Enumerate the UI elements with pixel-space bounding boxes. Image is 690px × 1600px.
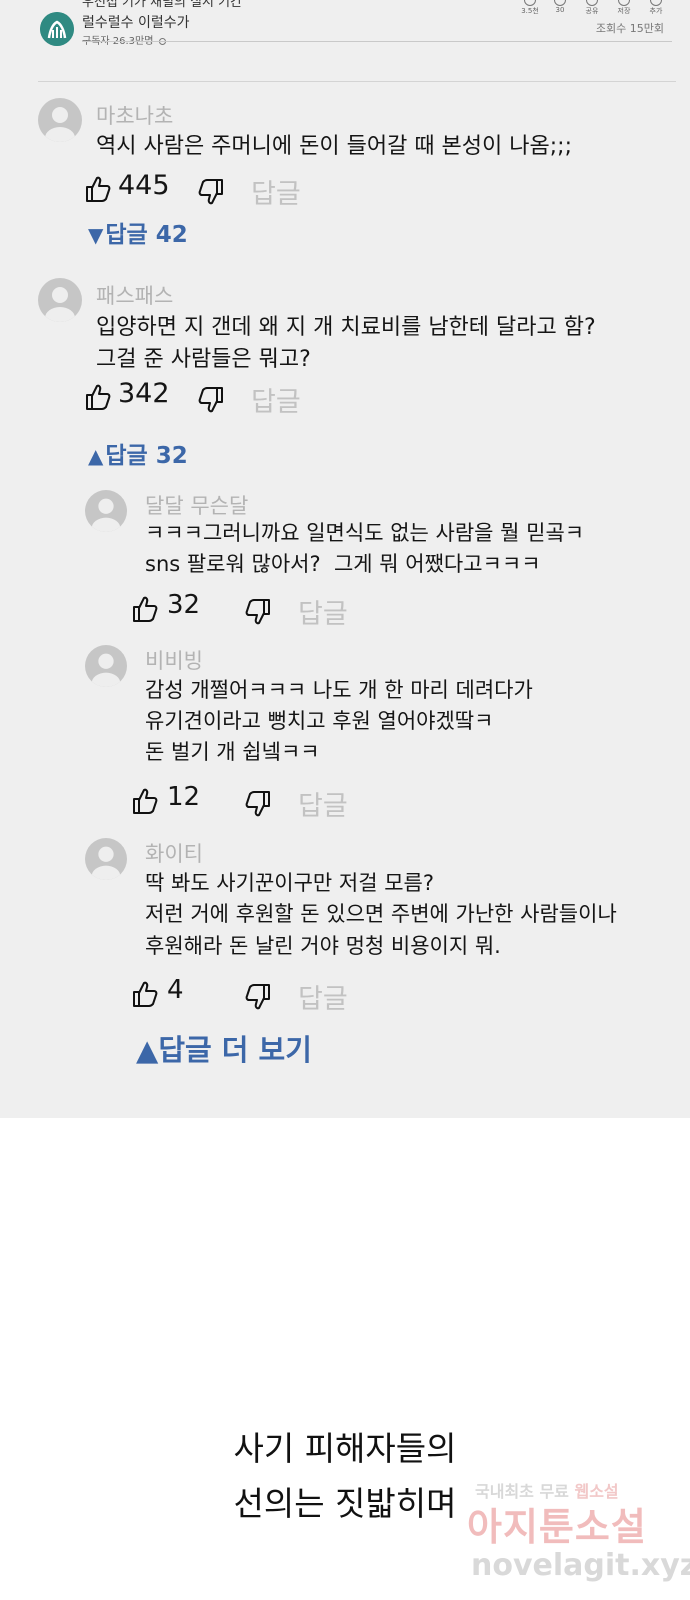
- channel-logo[interactable]: [40, 12, 74, 46]
- caption-line: 사기 피해자들의: [233, 1429, 457, 1468]
- reply-text: 저런 거에 후원할 돈 있으면 주변에 가난한 사람들이나: [145, 902, 617, 926]
- share-icon: [586, 0, 598, 6]
- video-actions: 3.5천 30 공유 저장 추가: [512, 0, 672, 16]
- avatar[interactable]: [85, 490, 127, 532]
- replies-toggle[interactable]: ▼답글 42: [88, 215, 188, 249]
- thumb-down-icon[interactable]: [244, 598, 272, 626]
- avatar[interactable]: [38, 278, 82, 322]
- like-count: 32: [167, 590, 201, 620]
- add-icon: [650, 0, 662, 6]
- subscriber-count: 구독자 26.3만명: [82, 32, 167, 47]
- thumb-up-icon[interactable]: [131, 787, 159, 815]
- channel-name[interactable]: 럴수럴수 이럴수가: [82, 12, 190, 32]
- like-count: 4: [167, 975, 184, 1005]
- thumb-down-icon[interactable]: [244, 983, 272, 1011]
- save-action[interactable]: 저장: [606, 0, 642, 16]
- reply-button[interactable]: 답글: [298, 592, 348, 631]
- reply-button[interactable]: 답글: [298, 784, 348, 823]
- more-action[interactable]: 추가: [638, 0, 674, 16]
- reply-text: 감성 개쩔어ㅋㅋㅋ 나도 개 한 마리 데려다가: [145, 678, 533, 702]
- reply-username[interactable]: 비비빙: [145, 645, 203, 675]
- reply-button[interactable]: 답글: [251, 172, 301, 211]
- save-icon: [618, 0, 630, 6]
- share-action[interactable]: 공유: [574, 0, 610, 16]
- like-count: 12: [167, 782, 201, 812]
- comment-panel: 우선접 기가 채널의 실시 기간 럴수럴수 이럴수가 구독자 26.3만명 3.…: [0, 0, 690, 1118]
- reply-username[interactable]: 달달 무슨달: [145, 490, 248, 520]
- thumb-down-icon[interactable]: [197, 386, 225, 414]
- reply-username[interactable]: 화이티: [145, 838, 203, 868]
- thumb-up-icon[interactable]: [84, 383, 112, 411]
- thumb-down-icon[interactable]: [197, 178, 225, 206]
- thumb-up-icon: [524, 0, 536, 6]
- like-count: 445: [118, 170, 170, 201]
- reply-text: 딱 봐도 사기꾼이구만 저걸 모름?: [145, 871, 435, 895]
- reply-text: ㅋㅋㅋ그러니까요 일면식도 없는 사람을 뭘 믿곸ㅋ: [145, 521, 585, 545]
- divider: [38, 81, 676, 82]
- chevron-down-icon: ▼: [88, 223, 104, 247]
- dislike-action[interactable]: 30: [542, 0, 578, 14]
- avatar[interactable]: [85, 838, 127, 880]
- reply-button[interactable]: 답글: [251, 380, 301, 419]
- avatar[interactable]: [85, 645, 127, 687]
- chevron-up-icon: ▲: [136, 1033, 159, 1067]
- reply-text: 유기견이라고 뻥치고 후원 열어야겠땈ㅋ: [145, 709, 494, 733]
- comment-text: 입양하면 지 갠데 왜 지 개 치료비를 남한테 달라고 함?: [96, 315, 596, 340]
- thumb-up-icon[interactable]: [131, 595, 159, 623]
- reply-button[interactable]: 답글: [298, 977, 348, 1016]
- avatar[interactable]: [38, 98, 82, 142]
- watermark-brand: 아지툰소설: [467, 1505, 647, 1549]
- replies-toggle[interactable]: ▲답글 32: [88, 436, 188, 470]
- watermark-url: novelagit.xyz: [471, 1548, 690, 1583]
- thumb-up-icon[interactable]: [131, 980, 159, 1008]
- like-count: 342: [118, 378, 170, 409]
- comment-username[interactable]: 패스패스: [96, 280, 173, 310]
- video-title[interactable]: 우선접 기가 채널의 실시 기간: [82, 0, 242, 10]
- more-replies-button[interactable]: ▲답글 더 보기: [136, 1027, 312, 1069]
- reply-text: 후원해라 돈 날린 거야 멍청 비용이지 뭐.: [145, 934, 501, 958]
- site-watermark: 국내최초 무료 웹소설 아지툰소설 novelagit.xyz: [467, 1478, 690, 1598]
- reply-text: 돈 벌기 개 쉽넼ㅋㅋ: [145, 740, 320, 764]
- view-count: 조회수 15만회: [595, 22, 664, 35]
- comment-text: 그걸 준 사람들은 뭐고?: [96, 347, 311, 372]
- thumb-up-icon[interactable]: [84, 175, 112, 203]
- comment-username[interactable]: 마초나초: [96, 100, 173, 130]
- chevron-up-icon: ▲: [88, 444, 104, 468]
- comment-text: 역시 사람은 주머니에 돈이 들어갈 때 본성이 나옴;;;: [96, 134, 572, 159]
- reply-text: sns 팔로워 많아서? 그게 뭐 어쨌다고ㅋㅋㅋ: [145, 552, 541, 576]
- divider: [82, 41, 672, 42]
- thumb-down-icon[interactable]: [244, 790, 272, 818]
